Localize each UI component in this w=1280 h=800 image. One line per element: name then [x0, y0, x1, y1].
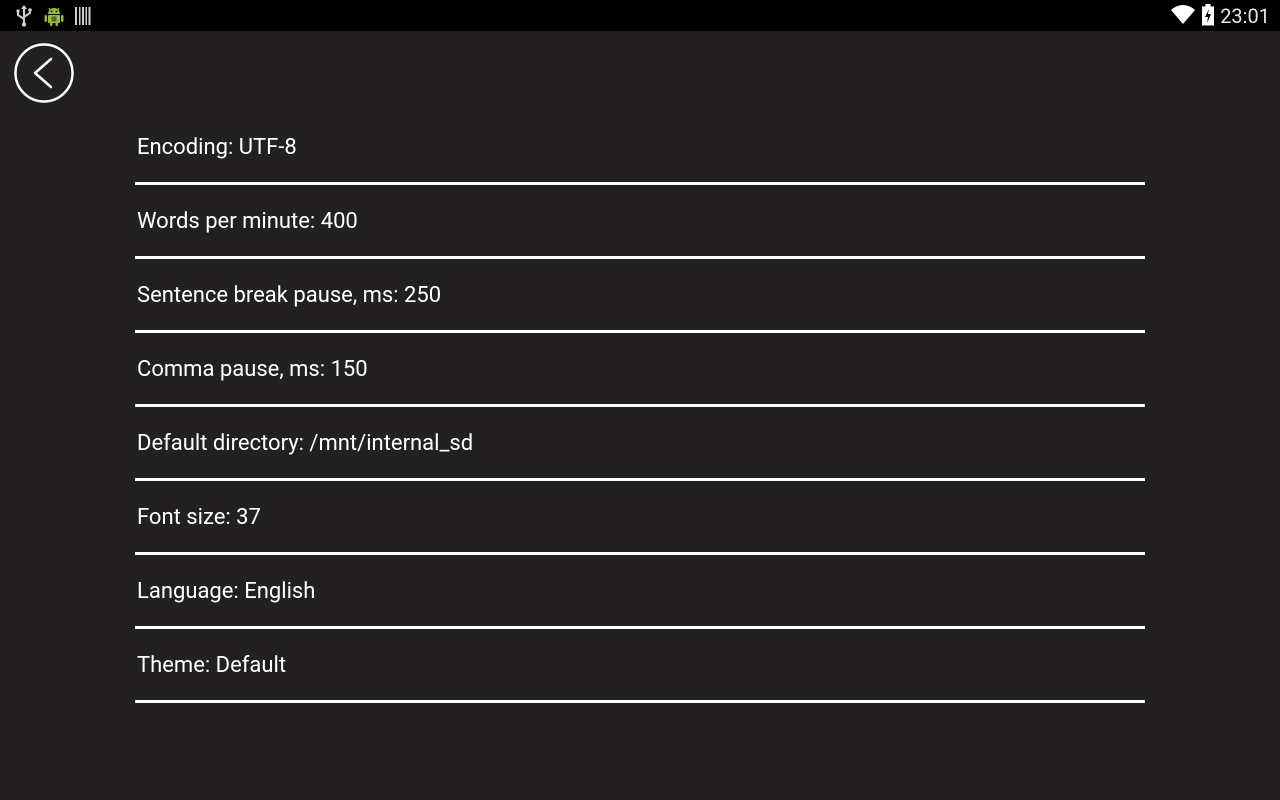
usb-icon — [16, 5, 32, 27]
setting-label: Sentence break pause, ms: 250 — [137, 283, 442, 308]
setting-theme[interactable]: Theme: Default — [135, 629, 1145, 703]
setting-label: Encoding: UTF-8 — [137, 135, 297, 160]
setting-label: Default directory: /mnt/internal_sd — [137, 431, 474, 456]
back-arrow-icon — [14, 43, 74, 103]
setting-label: Words per minute: 400 — [137, 209, 358, 234]
setting-font-size[interactable]: Font size: 37 — [135, 481, 1145, 555]
setting-label: Comma pause, ms: 150 — [137, 357, 368, 382]
setting-label: Theme: Default — [137, 653, 287, 678]
setting-label: Language: English — [137, 579, 316, 604]
status-clock: 23:01 — [1220, 4, 1270, 28]
status-bar: 23:01 — [0, 0, 1280, 31]
setting-comma-pause[interactable]: Comma pause, ms: 150 — [135, 333, 1145, 407]
android-debug-icon — [44, 7, 64, 26]
barcode-icon — [75, 7, 91, 25]
setting-default-directory[interactable]: Default directory: /mnt/internal_sd — [135, 407, 1145, 481]
setting-words-per-minute[interactable]: Words per minute: 400 — [135, 185, 1145, 259]
setting-label: Font size: 37 — [137, 505, 261, 530]
battery-charging-icon — [1202, 4, 1214, 26]
setting-sentence-break-pause[interactable]: Sentence break pause, ms: 250 — [135, 259, 1145, 333]
setting-encoding[interactable]: Encoding: UTF-8 — [135, 111, 1145, 185]
back-button[interactable] — [14, 43, 74, 103]
setting-language[interactable]: Language: English — [135, 555, 1145, 629]
settings-list: Encoding: UTF-8 Words per minute: 400 Se… — [135, 111, 1145, 703]
wifi-icon — [1171, 5, 1195, 24]
